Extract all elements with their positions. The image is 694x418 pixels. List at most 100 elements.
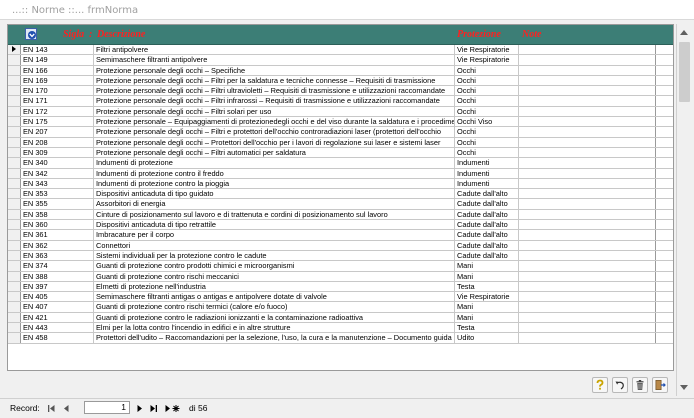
record-selector[interactable]: [8, 45, 21, 55]
next-record-button[interactable]: [134, 402, 145, 414]
scroll-up-icon[interactable]: [680, 30, 688, 35]
cell-descrizione[interactable]: Connettori: [94, 240, 455, 250]
cell-note[interactable]: [519, 209, 656, 220]
record-selector[interactable]: [8, 178, 21, 189]
cell-sigla[interactable]: EN 407: [21, 302, 94, 312]
cell-descrizione[interactable]: Filtri antipolvere: [94, 45, 455, 55]
record-selector[interactable]: [8, 250, 21, 261]
cell-note[interactable]: [519, 220, 656, 230]
table-row[interactable]: EN 360 Dispositivi anticaduta di tipo ret…: [8, 220, 673, 231]
cell-note[interactable]: [519, 158, 656, 168]
cell-protezione[interactable]: Mani: [455, 261, 519, 271]
table-row[interactable]: EN 405 Semimaschere filtranti antigas o a…: [8, 292, 673, 303]
record-selector[interactable]: [8, 158, 21, 168]
cell-protezione[interactable]: Cadute dall'alto: [455, 209, 519, 220]
header-protezione[interactable]: Protezione: [457, 29, 501, 40]
table-row[interactable]: EN 172 Protezione personale degli occhi –…: [8, 106, 673, 118]
record-selector[interactable]: [8, 168, 21, 178]
cell-protezione[interactable]: Occhi: [455, 127, 519, 137]
header-note[interactable]: Note: [522, 29, 541, 40]
record-selector[interactable]: [8, 230, 21, 240]
record-selector[interactable]: [8, 240, 21, 250]
cell-sigla[interactable]: EN 171: [21, 96, 94, 106]
record-selector[interactable]: [8, 127, 21, 137]
cell-note[interactable]: [519, 230, 656, 240]
cell-sigla[interactable]: EN 208: [21, 137, 94, 147]
cell-protezione[interactable]: Cadute dall'alto: [455, 240, 519, 250]
cell-sigla[interactable]: EN 388: [21, 271, 94, 281]
cell-descrizione[interactable]: Protezione personale – Equipaggiamenti d…: [94, 117, 455, 127]
cell-protezione[interactable]: Indumenti: [455, 168, 519, 178]
record-selector[interactable]: [8, 189, 21, 199]
cell-sigla[interactable]: EN 207: [21, 127, 94, 137]
cell-descrizione[interactable]: Protezione personale degli occhi – Filtr…: [94, 147, 455, 158]
cell-protezione[interactable]: Occhi Viso: [455, 117, 519, 127]
cell-protezione[interactable]: Testa: [455, 323, 519, 333]
record-selector[interactable]: [8, 137, 21, 147]
cell-note[interactable]: [519, 312, 656, 323]
table-row[interactable]: EN 207 Protezione personale degli occhi –…: [8, 127, 673, 138]
cell-sigla[interactable]: EN 397: [21, 281, 94, 292]
cell-note[interactable]: [519, 323, 656, 333]
table-row[interactable]: EN 363 Sistemi individuali per la protezi…: [8, 250, 673, 262]
cell-sigla[interactable]: EN 143: [21, 45, 94, 55]
record-selector[interactable]: [8, 333, 21, 343]
cell-note[interactable]: [519, 240, 656, 250]
table-row[interactable]: EN 358 Cinture di posizionamento sul lavo…: [8, 209, 673, 221]
cell-descrizione[interactable]: Assorbitori di energia: [94, 199, 455, 209]
first-record-button[interactable]: [46, 402, 57, 414]
record-selector[interactable]: [8, 292, 21, 302]
cell-protezione[interactable]: Indumenti: [455, 158, 519, 168]
cell-sigla[interactable]: EN 309: [21, 147, 94, 158]
cell-protezione[interactable]: Udito: [455, 333, 519, 343]
cell-descrizione[interactable]: Guanti di protezione contro rischi termi…: [94, 302, 455, 312]
cell-protezione[interactable]: Cadute dall'alto: [455, 189, 519, 199]
cell-sigla[interactable]: EN 361: [21, 230, 94, 240]
cell-descrizione[interactable]: Guanti di protezione contro rischi mecca…: [94, 271, 455, 281]
cell-sigla[interactable]: EN 374: [21, 261, 94, 271]
cell-sigla[interactable]: EN 363: [21, 250, 94, 261]
cell-sigla[interactable]: EN 149: [21, 55, 94, 65]
cell-sigla[interactable]: EN 342: [21, 168, 94, 178]
last-record-button[interactable]: [148, 402, 159, 414]
delete-button[interactable]: [632, 377, 648, 393]
cell-protezione[interactable]: Mani: [455, 312, 519, 323]
cell-descrizione[interactable]: Imbracature per il corpo: [94, 230, 455, 240]
cell-descrizione[interactable]: Protezione personale degli occhi – Filtr…: [94, 75, 455, 86]
cell-protezione[interactable]: Vie Respiratorie: [455, 45, 519, 55]
cell-descrizione[interactable]: Protezione personale degli occhi – Filtr…: [94, 106, 455, 117]
cell-sigla[interactable]: EN 405: [21, 292, 94, 302]
record-selector[interactable]: [8, 55, 21, 65]
record-selector[interactable]: [8, 220, 21, 230]
table-row[interactable]: EN 421 Guanti di protezione contro le rad…: [8, 312, 673, 324]
cell-note[interactable]: [519, 65, 656, 75]
table-row[interactable]: EN 388 Guanti di protezione contro rischi…: [8, 271, 673, 282]
cell-note[interactable]: [519, 86, 656, 96]
cell-descrizione[interactable]: Dispositivi anticaduta di tipo guidato: [94, 189, 455, 199]
record-selector[interactable]: [8, 65, 21, 75]
dropdown-arrow-icon[interactable]: [25, 28, 37, 40]
cell-protezione[interactable]: Testa: [455, 281, 519, 292]
cell-sigla[interactable]: EN 169: [21, 75, 94, 86]
cell-protezione[interactable]: Occhi: [455, 65, 519, 75]
cell-descrizione[interactable]: Sistemi individuali per la protezione co…: [94, 250, 455, 261]
table-row[interactable]: EN 309 Protezione personale degli occhi –…: [8, 147, 673, 159]
cell-descrizione[interactable]: Elmetti di protezione nell'industria: [94, 281, 455, 292]
cell-descrizione[interactable]: Guanti di protezione contro le radiazion…: [94, 312, 455, 323]
cell-sigla[interactable]: EN 166: [21, 65, 94, 75]
cell-descrizione[interactable]: Semimaschere filtranti antipolvere: [94, 55, 455, 65]
table-row[interactable]: EN 171 Protezione personale degli occhi –…: [8, 96, 673, 107]
cell-note[interactable]: [519, 250, 656, 261]
record-selector[interactable]: [8, 75, 21, 86]
cell-note[interactable]: [519, 271, 656, 281]
cell-descrizione[interactable]: Protezione personale degli occhi – Speci…: [94, 65, 455, 75]
cell-protezione[interactable]: Occhi: [455, 96, 519, 106]
cell-note[interactable]: [519, 168, 656, 178]
cell-note[interactable]: [519, 199, 656, 209]
table-row[interactable]: EN 166 Protezione personale degli occhi –…: [8, 65, 673, 76]
table-row[interactable]: EN 407 Guanti di protezione contro rischi…: [8, 302, 673, 313]
cell-protezione[interactable]: Mani: [455, 271, 519, 281]
cell-note[interactable]: [519, 189, 656, 199]
cell-sigla[interactable]: EN 343: [21, 178, 94, 189]
cell-sigla[interactable]: EN 362: [21, 240, 94, 250]
